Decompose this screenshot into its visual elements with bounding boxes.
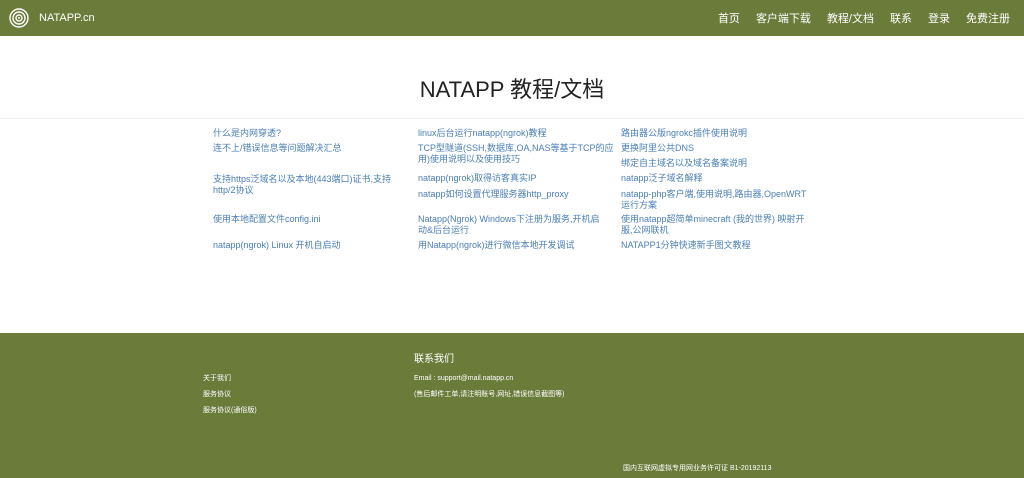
doc-link[interactable]: Natapp(Ngrok) Windows下注册为服务,开机启 动&后台运行 [418,214,600,236]
doc-link[interactable]: 更换阿里公共DNS [621,143,694,154]
footer-license: 国内互联网虚拟专用网业务许可证 B1-20192113 [623,465,772,472]
doc-link-line: 使用natapp超简单minecraft (我的世界) 映射开 [621,214,805,224]
doc-link-line: Natapp(Ngrok) Windows下注册为服务,开机启 [418,214,600,224]
nav-home[interactable]: 首页 [718,10,740,26]
doc-link-line: TCP型隧道(SSH,数据库,OA,NAS等基于TCP的应 [418,143,614,153]
doc-link-line: 用)使用说明以及使用技巧 [418,154,520,164]
doc-link[interactable]: natapp-php客户端,使用说明,路由器,OpenWRT 运行方案 [621,189,806,211]
doc-link[interactable]: 支持https泛域名以及本地(443端口)证书,支持 http/2协议 [213,174,391,196]
nav-contact[interactable]: 联系 [890,10,912,26]
doc-link-line: 支持https泛域名以及本地(443端口)证书,支持 [213,174,392,184]
footer-email-note: (售后邮件工单,请注明账号,网址,错误信息截图等) [414,391,565,398]
doc-link[interactable]: linux后台运行natapp(ngrok)教程 [418,128,547,139]
doc-link[interactable]: natapp(ngrok)取得访客真实IP [418,173,537,184]
footer-terms-simple-link[interactable]: 服务协议(通俗版) [203,406,257,415]
nav-login[interactable]: 登录 [928,10,950,26]
footer-email[interactable]: Email : support@mail.natapp.cn [414,374,513,383]
page-title: NATAPP 教程/文档 [419,77,605,102]
doc-link[interactable]: 使用本地配置文件config.ini [213,214,321,225]
doc-link[interactable]: NATAPP1分钟快速新手图文教程 [621,240,751,251]
doc-link[interactable]: natapp泛子域名解释 [621,173,703,184]
doc-link[interactable]: 连不上/错误信息等问题解决汇总 [213,143,342,154]
spiral-logo-icon [9,8,29,28]
doc-link[interactable]: 用Natapp(ngrok)进行微信本地开发调试 [418,240,575,251]
footer: 关于我们 服务协议 服务协议(通俗版) 联系我们 Email : support… [0,333,1024,478]
doc-link[interactable]: 路由器公版ngrokc插件使用说明 [621,128,747,139]
doc-link[interactable]: natapp如何设置代理服务器http_proxy [418,189,569,200]
nav-register[interactable]: 免费注册 [966,10,1010,26]
doc-link-line: 服,公网联机 [621,225,669,235]
top-navbar: NATAPP.cn 首页 客户端下载 教程/文档 联系 登录 免费注册 [0,0,1024,36]
doc-link-line: natapp-php客户端,使用说明,路由器,OpenWRT [621,189,807,199]
nav-links: 首页 客户端下载 教程/文档 联系 登录 免费注册 [702,0,1010,36]
nav-client-download[interactable]: 客户端下载 [756,10,811,26]
doc-link[interactable]: 什么是内网穿透? [213,128,281,139]
brand[interactable]: NATAPP.cn [9,8,95,28]
doc-link-line: 运行方案 [621,200,658,210]
title-divider [0,118,1024,119]
doc-link-line: http/2协议 [213,185,254,195]
footer-terms-link[interactable]: 服务协议 [203,390,231,399]
brand-name: NATAPP.cn [39,12,95,24]
doc-link[interactable]: TCP型隧道(SSH,数据库,OA,NAS等基于TCP的应 用)使用说明以及使用… [418,143,614,165]
footer-about-link[interactable]: 关于我们 [203,374,231,383]
doc-link[interactable]: 使用natapp超简单minecraft (我的世界) 映射开 服,公网联机 [621,214,805,236]
footer-contact-title: 联系我们 [414,354,454,365]
nav-docs[interactable]: 教程/文档 [827,10,874,26]
doc-link[interactable]: 绑定自主域名以及域名备案说明 [621,158,747,169]
doc-link[interactable]: natapp(ngrok) Linux 开机自启动 [213,240,341,251]
doc-link-line: 动&后台运行 [418,225,470,235]
